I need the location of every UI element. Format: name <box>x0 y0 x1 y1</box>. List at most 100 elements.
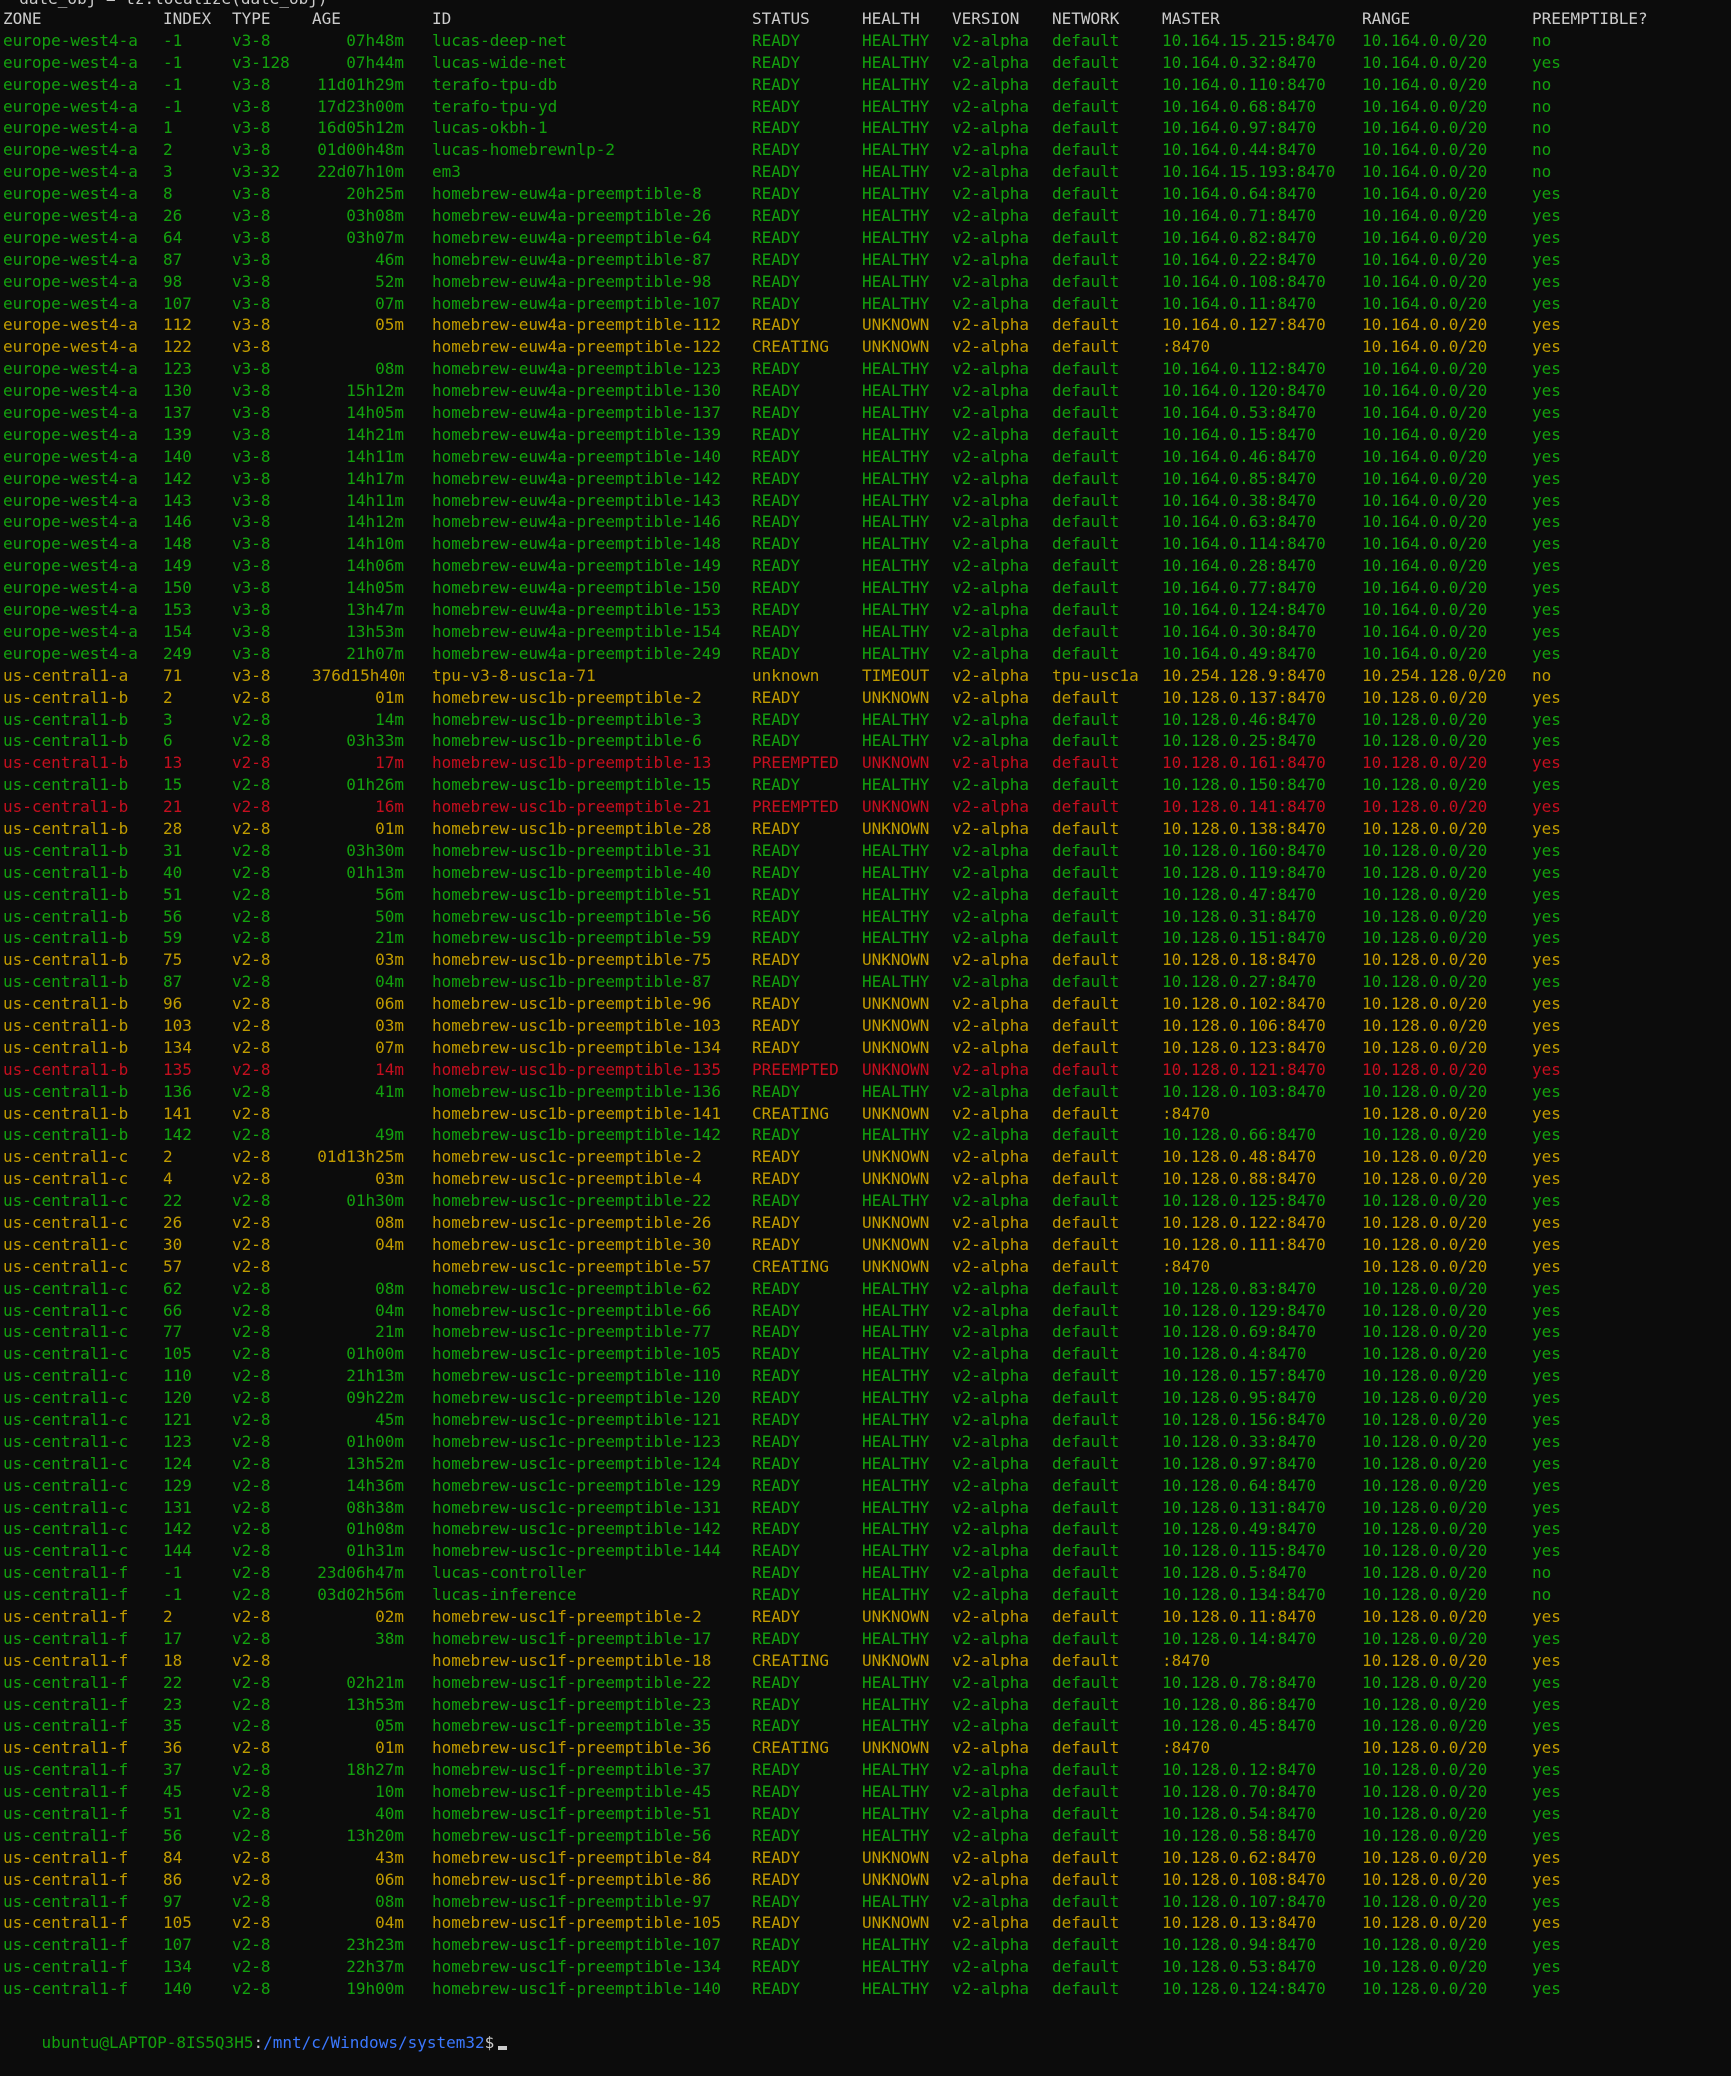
cell-age: 16d05h12m <box>317 118 404 138</box>
cell-version: v2-alpha <box>952 359 1030 379</box>
cell-age: 03m <box>375 1015 404 1035</box>
cell-status: READY <box>752 1804 801 1824</box>
cell-health: HEALTHY <box>862 1388 930 1408</box>
cell-index: 51 <box>163 884 183 904</box>
cell-age: 14h10m <box>346 534 404 554</box>
cell-version: v2-alpha <box>952 1825 1030 1845</box>
cell-health: HEALTHY <box>862 884 930 904</box>
cell-index: 22 <box>163 1672 183 1692</box>
table-row: europe-west4-a 150 v3-8 14h05m homebrew-euw4… <box>0 577 1731 599</box>
cell-id: homebrew-usc1b-preemptible-87 <box>432 972 712 992</box>
cell-range: 10.164.0.0/20 <box>1362 271 1488 291</box>
table-row: us-central1-c 57 v2-8 homebrew-usc1c-preemp… <box>0 1256 1731 1278</box>
cell-master: 10.128.0.157:8470 <box>1162 1366 1326 1386</box>
cell-master: 10.164.0.22:8470 <box>1162 249 1317 269</box>
cell-preemptible: yes <box>1532 1278 1561 1298</box>
cell-version: v2-alpha <box>952 1497 1030 1517</box>
cell-age: 23h23m <box>346 1935 404 1955</box>
cell-id: homebrew-euw4a-preemptible-154 <box>432 621 721 641</box>
cell-zone: europe-west4-a <box>3 403 138 423</box>
cell-index: 137 <box>163 403 192 423</box>
cell-zone: europe-west4-a <box>3 140 138 160</box>
cell-zone: us-central1-c <box>3 1256 129 1276</box>
cell-master: 10.128.0.103:8470 <box>1162 1081 1326 1101</box>
cell-network: default <box>1052 424 1120 444</box>
cell-version: v2-alpha <box>952 293 1030 313</box>
cell-index: 64 <box>163 227 183 247</box>
cell-status: READY <box>752 359 801 379</box>
cell-version: v2-alpha <box>952 1081 1030 1101</box>
cell-zone: europe-west4-a <box>3 468 138 488</box>
cell-type: v2-8 <box>232 928 271 948</box>
cell-master: 10.128.0.62:8470 <box>1162 1847 1317 1867</box>
cell-age: 04m <box>375 1300 404 1320</box>
cell-health: TIMEOUT <box>862 665 930 685</box>
table-row: europe-west4-a -1 v3-128 07h44m lucas-wide-n… <box>0 52 1731 74</box>
cell-range: 10.128.0.0/20 <box>1362 994 1488 1014</box>
cell-preemptible: yes <box>1532 1694 1561 1714</box>
cell-status: READY <box>752 490 801 510</box>
cell-age: 01h08m <box>346 1519 404 1539</box>
cell-status: READY <box>752 30 801 50</box>
cell-id: homebrew-usc1c-preemptible-105 <box>432 1344 721 1364</box>
cell-preemptible: yes <box>1532 1519 1561 1539</box>
terminal-window[interactable]: date_obj = tz.localize(date_obj) ZONE IN… <box>0 0 1731 2052</box>
table-row: us-central1-c 105 v2-8 01h00m homebrew-usc1c… <box>0 1343 1731 1365</box>
table-row: europe-west4-a 3 v3-32 22d07h10m em3 READY HEA… <box>0 161 1731 183</box>
cell-version: v2-alpha <box>952 775 1030 795</box>
cell-version: v2-alpha <box>952 1585 1030 1605</box>
cell-id: homebrew-usc1b-preemptible-28 <box>432 818 712 838</box>
cell-version: v2-alpha <box>952 1935 1030 1955</box>
cell-preemptible: yes <box>1532 1891 1561 1911</box>
cell-health: UNKNOWN <box>862 950 930 970</box>
cell-master: 10.128.0.108:8470 <box>1162 1869 1326 1889</box>
cell-range: 10.128.0.0/20 <box>1362 1037 1488 1057</box>
table-row: europe-west4-a -1 v3-8 11d01h29m terafo-tpu-… <box>0 74 1731 96</box>
cell-health: UNKNOWN <box>862 1256 930 1276</box>
cell-preemptible: yes <box>1532 337 1561 357</box>
cell-zone: europe-west4-a <box>3 206 138 226</box>
cell-age: 17m <box>375 753 404 773</box>
table-row: us-central1-f 17 v2-8 38m homebrew-usc1f-pre… <box>0 1628 1731 1650</box>
cell-id: homebrew-usc1c-preemptible-142 <box>432 1519 721 1539</box>
cell-age: 23d06h47m <box>317 1563 404 1583</box>
cell-version: v2-alpha <box>952 1804 1030 1824</box>
cell-type: v2-8 <box>232 1388 271 1408</box>
cell-health: HEALTHY <box>862 621 930 641</box>
cell-master: 10.128.0.138:8470 <box>1162 818 1326 838</box>
cell-network: default <box>1052 1869 1120 1889</box>
col-header-network: NETWORK <box>1052 9 1120 28</box>
cell-id: homebrew-usc1c-preemptible-120 <box>432 1388 721 1408</box>
cell-type: v2-8 <box>232 862 271 882</box>
cell-index: 26 <box>163 206 183 226</box>
cell-status: READY <box>752 994 801 1014</box>
cell-type: v2-8 <box>232 1760 271 1780</box>
cell-range: 10.164.0.0/20 <box>1362 534 1488 554</box>
cell-zone: us-central1-c <box>3 1344 129 1364</box>
cell-range: 10.128.0.0/20 <box>1362 1431 1488 1451</box>
cell-network: default <box>1052 534 1120 554</box>
cell-zone: us-central1-b <box>3 1059 129 1079</box>
cell-zone: us-central1-c <box>3 1497 129 1517</box>
cell-version: v2-alpha <box>952 1847 1030 1867</box>
cell-health: HEALTHY <box>862 1497 930 1517</box>
cell-health: UNKNOWN <box>862 1103 930 1123</box>
cell-network: default <box>1052 1782 1120 1802</box>
table-row: us-central1-c 142 v2-8 01h08m homebrew-usc1c… <box>0 1518 1731 1540</box>
cell-zone: us-central1-b <box>3 862 129 882</box>
cell-id: homebrew-euw4a-preemptible-107 <box>432 293 721 313</box>
cell-age: 13h53m <box>346 621 404 641</box>
cell-network: default <box>1052 1037 1120 1057</box>
cell-range: 10.164.0.0/20 <box>1362 621 1488 641</box>
cell-index: 122 <box>163 337 192 357</box>
table-row: us-central1-c 120 v2-8 09h22m homebrew-usc1c… <box>0 1387 1731 1409</box>
cell-network: default <box>1052 600 1120 620</box>
table-row: us-central1-f 23 v2-8 13h53m homebrew-usc1f-… <box>0 1694 1731 1716</box>
cell-status: READY <box>752 1037 801 1057</box>
cell-range: 10.128.0.0/20 <box>1362 1563 1488 1583</box>
shell-prompt[interactable]: ubuntu@LAPTOP-8IS5Q3H5:/mnt/c/Windows/sy… <box>3 2010 508 2052</box>
cell-health: HEALTHY <box>862 359 930 379</box>
cell-type: v2-8 <box>232 1628 271 1648</box>
cell-master: 10.128.0.25:8470 <box>1162 731 1317 751</box>
cell-status: READY <box>752 840 801 860</box>
